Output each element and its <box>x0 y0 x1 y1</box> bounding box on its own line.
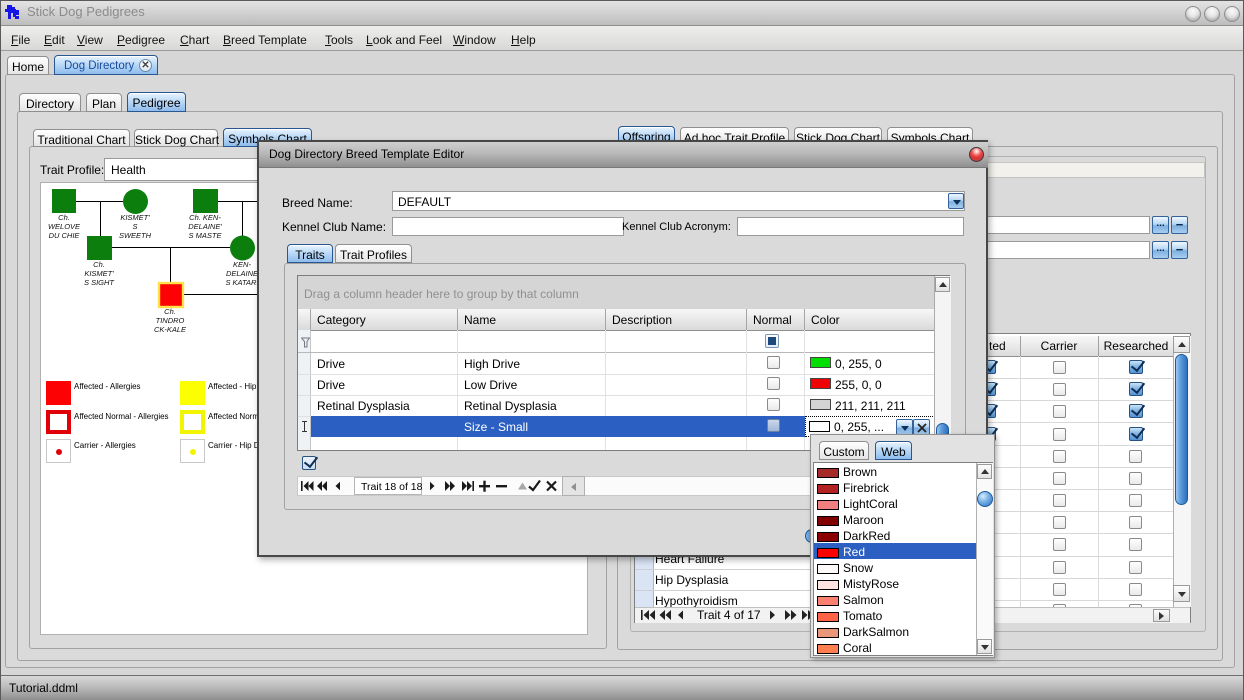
svg-text:KISMET': KISMET' <box>120 213 150 222</box>
svg-text:WELOVE: WELOVE <box>48 222 81 231</box>
svg-text:S SIGHT: S SIGHT <box>84 278 115 287</box>
svg-text:KISMET': KISMET' <box>84 269 114 278</box>
svg-text:S MASTE: S MASTE <box>189 231 223 240</box>
svg-text:CK-KALE: CK-KALE <box>154 325 187 334</box>
svg-text:TINDRO: TINDRO <box>156 316 185 325</box>
svg-text:DELAINE: DELAINE <box>226 269 259 278</box>
svg-text:S KATARI: S KATARI <box>225 278 258 287</box>
svg-text:Ch.: Ch. <box>93 260 105 269</box>
svg-text:DU CHIE: DU CHIE <box>49 231 81 240</box>
svg-text:DELAINE': DELAINE' <box>188 222 222 231</box>
svg-text:Ch.: Ch. <box>164 307 176 316</box>
svg-text:S: S <box>132 222 137 231</box>
svg-text:Trait 4 of 17: Trait 4 of 17 <box>697 609 761 621</box>
svg-text:Ch.: Ch. <box>58 213 70 222</box>
svg-text:Ch. KEN-: Ch. KEN- <box>189 213 221 222</box>
svg-text:SWEETH: SWEETH <box>119 231 152 240</box>
svg-text:KEN-: KEN- <box>233 260 251 269</box>
